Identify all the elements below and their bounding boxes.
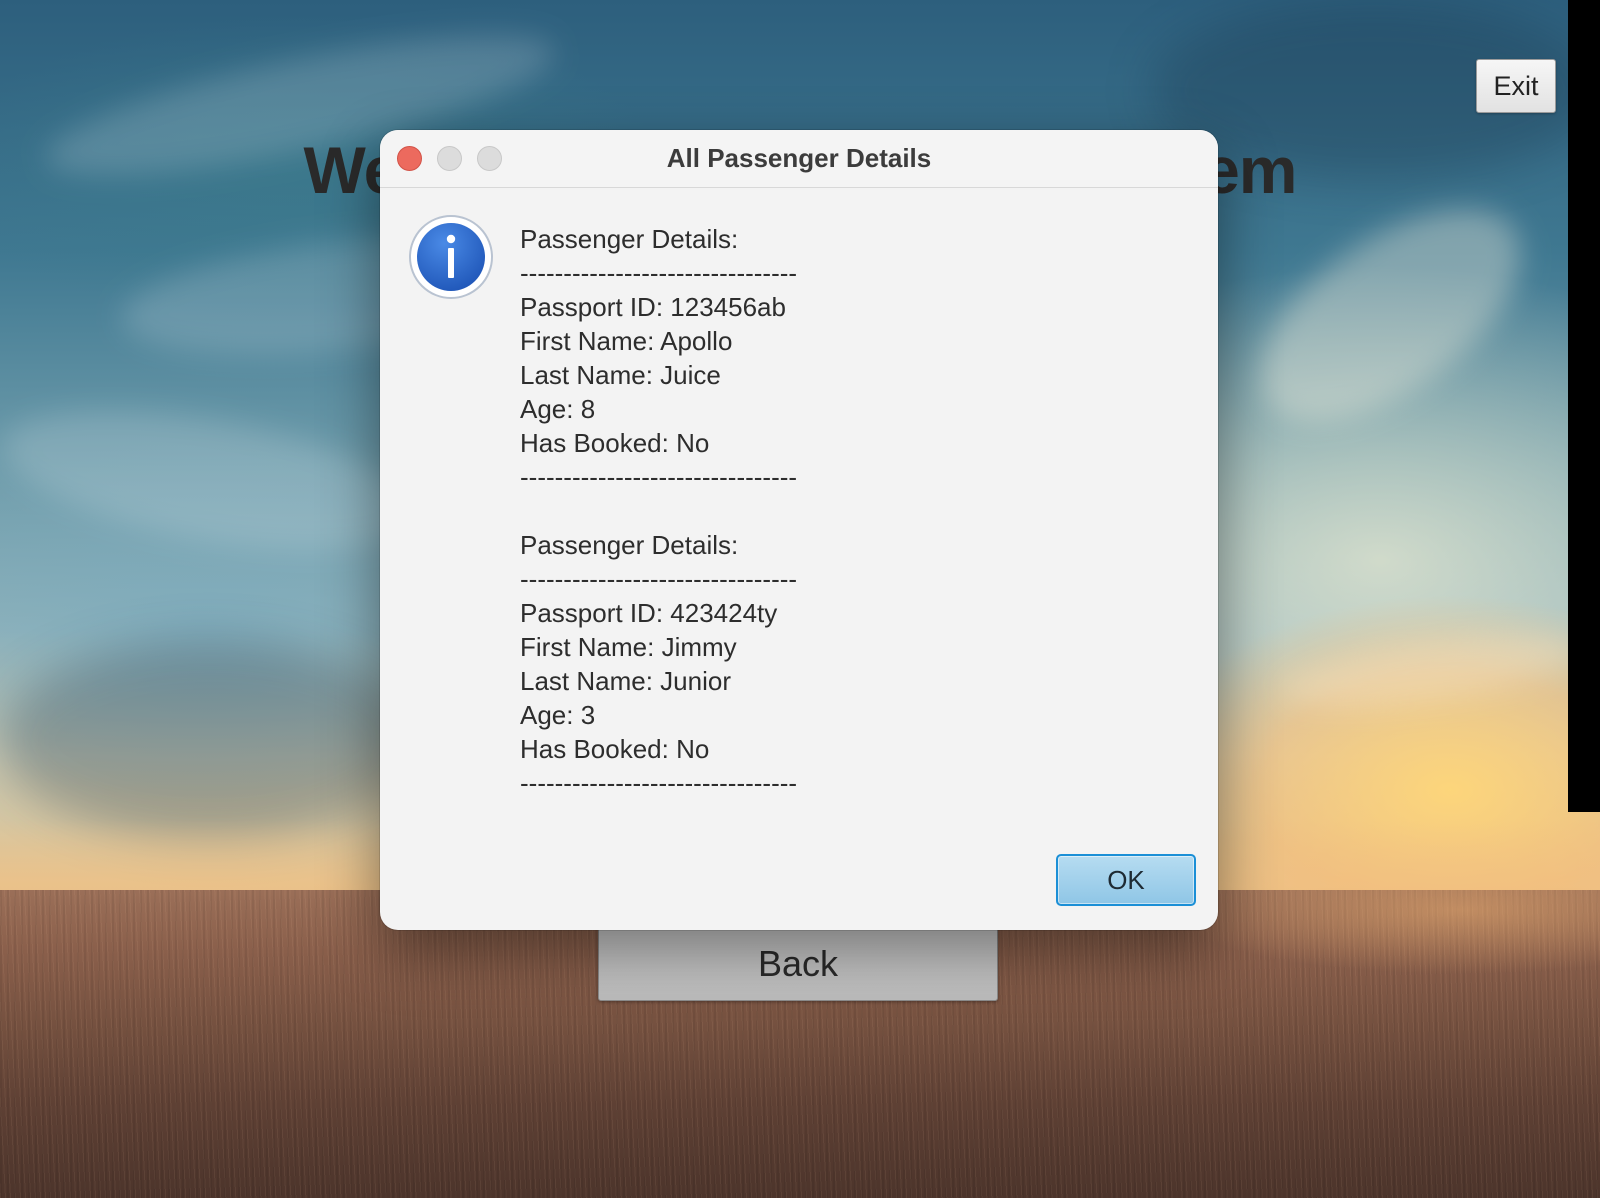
detail-line: Age: 3 — [520, 700, 596, 730]
separator-line: -------------------------------- — [520, 462, 798, 492]
detail-line: Passenger Details: — [520, 224, 739, 254]
detail-line: Passenger Details: — [520, 530, 739, 560]
separator-line: -------------------------------- — [520, 258, 798, 288]
passenger-details-text: Passenger Details: ----------------------… — [520, 222, 1180, 800]
passenger-details-dialog: All Passenger Details Passenger Details:… — [380, 130, 1218, 930]
minimize-window-button[interactable] — [437, 146, 462, 171]
back-button[interactable]: Back — [598, 926, 998, 1001]
dialog-titlebar[interactable]: All Passenger Details — [380, 130, 1218, 188]
zoom-window-button[interactable] — [477, 146, 502, 171]
separator-line: -------------------------------- — [520, 564, 798, 594]
window-edge — [1568, 0, 1600, 812]
detail-line: Passport ID: 423424ty — [520, 598, 778, 628]
exit-button[interactable]: Exit — [1476, 59, 1556, 113]
detail-line: Last Name: Juice — [520, 360, 721, 390]
detail-line: Passport ID: 123456ab — [520, 292, 786, 322]
cloud-shadow — [0, 640, 420, 840]
detail-line: Age: 8 — [520, 394, 596, 424]
separator-line: -------------------------------- — [520, 768, 798, 798]
detail-line: First Name: Apollo — [520, 326, 733, 356]
detail-line: Has Booked: No — [520, 428, 710, 458]
close-window-button[interactable] — [397, 146, 422, 171]
detail-line: Has Booked: No — [520, 734, 710, 764]
ok-button[interactable]: OK — [1056, 854, 1196, 906]
info-icon — [409, 215, 493, 299]
detail-line: Last Name: Junior — [520, 666, 731, 696]
dialog-title: All Passenger Details — [666, 143, 932, 173]
detail-line: First Name: Jimmy — [520, 632, 737, 662]
